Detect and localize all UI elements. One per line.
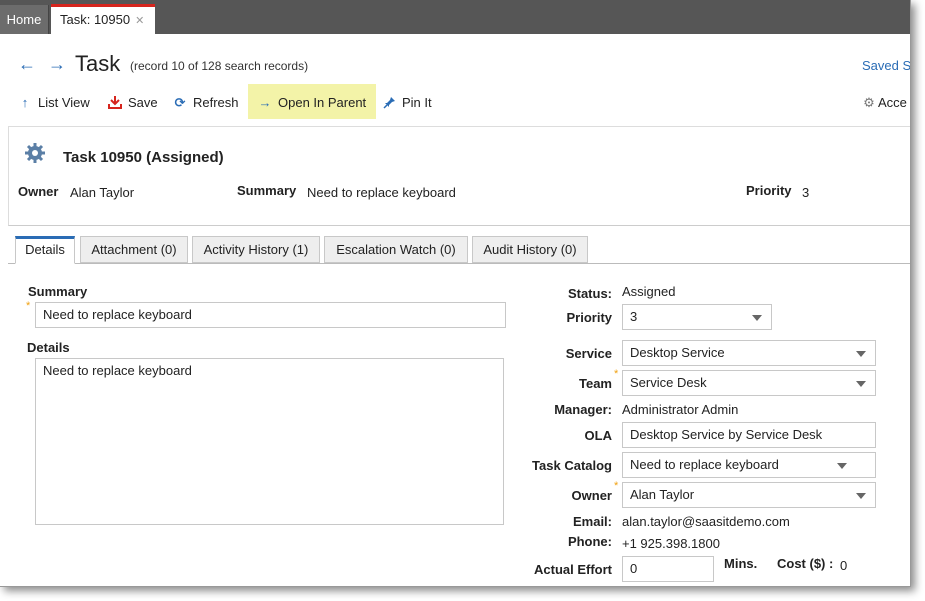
record-position: (record 10 of 128 search records)	[130, 59, 309, 73]
required-marker: *	[26, 300, 31, 312]
refresh-label: Refresh	[193, 95, 239, 110]
service-select[interactable]: Desktop Service	[622, 340, 876, 366]
manager-value: Administrator Admin	[622, 402, 739, 417]
tab-details[interactable]: Details	[15, 236, 75, 264]
phone-value: +1 925.398.1800	[622, 536, 720, 551]
owner-value: Alan Taylor	[70, 185, 135, 200]
arrow-right-icon: →	[258, 95, 272, 110]
summary-input[interactable]: Need to replace keyboard	[35, 302, 506, 328]
task-gear-icon	[25, 143, 45, 163]
task-catalog-select-value: Need to replace keyboard	[630, 457, 779, 472]
access-button[interactable]: ⚙ Acce	[862, 84, 907, 119]
cost-label: Cost ($) :	[777, 556, 834, 571]
chevron-down-icon	[856, 493, 866, 499]
save-button[interactable]: Save	[108, 84, 158, 119]
list-view-button[interactable]: ↑ List View	[18, 84, 90, 119]
chevron-down-icon	[856, 381, 866, 387]
priority-value: 3	[802, 185, 810, 200]
owner-label: Owner	[18, 184, 59, 199]
summary-field-label: Summary	[28, 284, 88, 299]
summary-label: Summary	[237, 183, 297, 198]
tab-audit-history[interactable]: Audit History (0)	[472, 236, 588, 263]
actual-effort-label: Actual Effort	[534, 562, 612, 577]
workspace-tab-bar: Home Task: 10950 ✕	[0, 0, 910, 34]
pin-it-label: Pin It	[402, 95, 432, 110]
owner-select-value: Alan Taylor	[630, 487, 695, 502]
details-textarea[interactable]: Need to replace keyboard	[35, 358, 504, 525]
forward-arrow-icon[interactable]: →	[48, 54, 66, 75]
list-view-label: List View	[38, 95, 90, 110]
save-label: Save	[128, 95, 158, 110]
save-download-icon	[108, 84, 122, 121]
priority-select[interactable]: 3	[622, 304, 772, 330]
refresh-button[interactable]: ⟳ Refresh	[173, 84, 239, 119]
team-label: Team	[579, 376, 612, 391]
back-arrow-icon[interactable]: ←	[18, 54, 36, 75]
owner-select[interactable]: Alan Taylor	[622, 482, 876, 508]
arrow-up-icon: ↑	[21, 95, 29, 110]
task-catalog-select[interactable]: Need to replace keyboard	[622, 452, 876, 478]
phone-label: Phone:	[567, 534, 612, 549]
required-marker: *	[614, 480, 619, 492]
app-window: Home Task: 10950 ✕ ← → Task (record 10 of…	[0, 0, 911, 587]
manager-label: Manager:	[554, 402, 612, 417]
actual-effort-input[interactable]: 0	[622, 556, 714, 582]
saved-search-link[interactable]: Saved S	[862, 58, 910, 73]
status-label: Status:	[567, 286, 612, 301]
tab-task-label: Task: 10950	[60, 12, 131, 27]
tab-attachment[interactable]: Attachment (0)	[80, 236, 188, 263]
required-marker: *	[614, 368, 619, 380]
priority-label: Priority	[746, 183, 792, 198]
team-select-value: Service Desk	[630, 375, 707, 390]
refresh-icon: ⟳	[174, 95, 186, 110]
pin-icon	[382, 84, 396, 121]
service-label: Service	[565, 346, 612, 361]
team-select[interactable]: Service Desk	[622, 370, 876, 396]
details-field-label: Details	[27, 340, 70, 355]
chevron-down-icon	[752, 315, 762, 321]
mins-label: Mins.	[724, 556, 758, 571]
tab-task-10950[interactable]: Task: 10950 ✕	[51, 4, 155, 34]
email-label: Email:	[572, 514, 612, 529]
open-in-parent-button[interactable]: → Open In Parent	[248, 84, 377, 119]
record-header-card	[8, 126, 910, 226]
access-gear-icon: ⚙	[863, 95, 875, 110]
close-icon[interactable]: ✕	[135, 15, 144, 27]
open-in-parent-label: Open In Parent	[278, 95, 367, 110]
record-title: Task 10950 (Assigned)	[63, 149, 224, 166]
ola-input[interactable]: Desktop Service by Service Desk	[622, 422, 876, 448]
email-value: alan.taylor@saasitdemo.com	[622, 514, 790, 529]
priority-field-label: Priority	[566, 310, 612, 325]
page-title: Task	[75, 51, 121, 76]
chevron-down-icon	[837, 463, 847, 469]
tab-activity-history[interactable]: Activity History (1)	[192, 236, 320, 263]
status-value: Assigned	[622, 284, 676, 299]
owner-field-label: Owner	[571, 488, 612, 503]
cost-value: 0	[840, 558, 848, 573]
priority-select-value: 3	[630, 309, 638, 324]
tab-strip-divider	[8, 263, 910, 264]
task-catalog-label: Task Catalog	[532, 458, 612, 473]
ola-label: OLA	[584, 428, 612, 443]
tab-escalation-watch[interactable]: Escalation Watch (0)	[324, 236, 468, 263]
chevron-down-icon	[856, 351, 866, 357]
service-select-value: Desktop Service	[630, 345, 725, 360]
tab-home[interactable]: Home	[0, 5, 49, 34]
pin-it-button[interactable]: Pin It	[382, 84, 432, 119]
access-label: Acce	[878, 95, 907, 110]
summary-value: Need to replace keyboard	[307, 185, 456, 200]
